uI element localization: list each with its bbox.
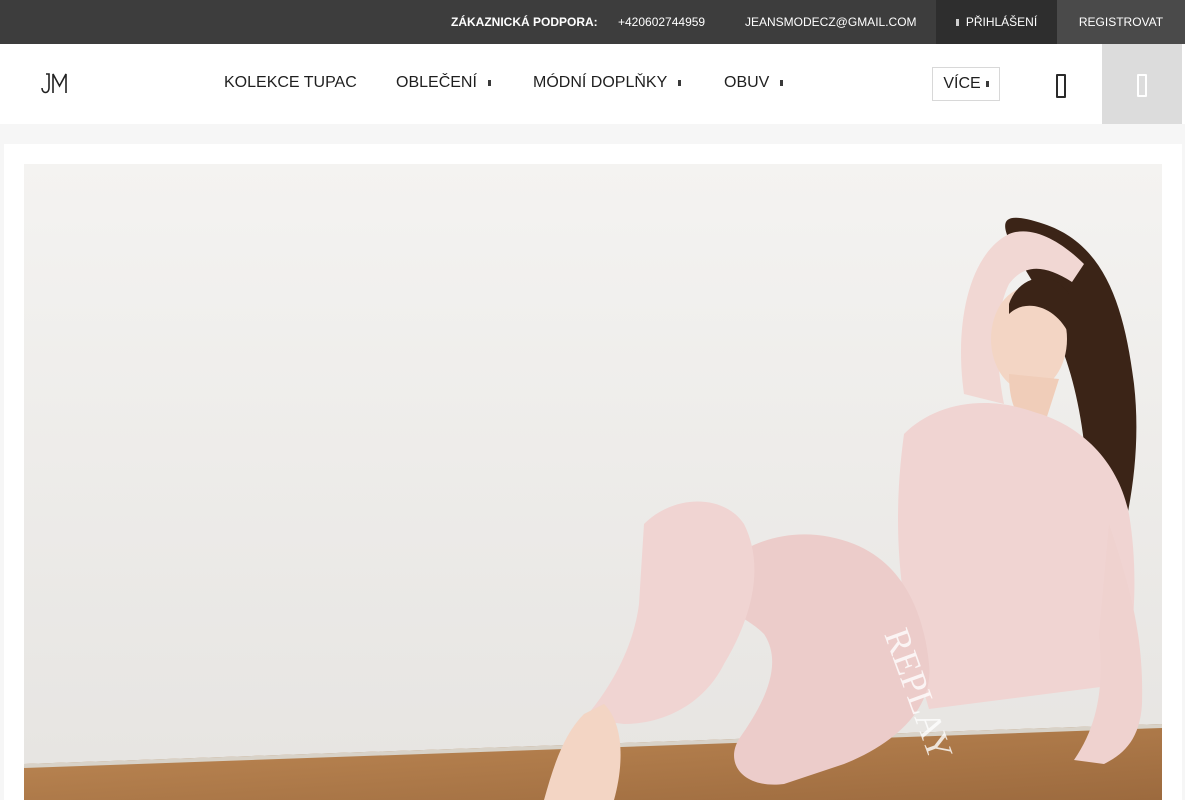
top-utility-bar: ZÁKAZNICKÁ PODPORA: +420602744959 JEANSM…: [0, 0, 1185, 44]
cart-icon: [1137, 74, 1147, 97]
main-header: KOLEKCE TUPAC OBLEČENÍ MÓDNÍ DOPLŇKY OBU…: [0, 44, 1185, 124]
content-card: REPLAY: [4, 144, 1182, 800]
support-phone-link[interactable]: +420602744959: [618, 0, 705, 44]
menu-item-modni-doplnky[interactable]: MÓDNÍ DOPLŇKY: [533, 72, 682, 94]
login-button[interactable]: PŘIHLÁŠENÍ: [936, 0, 1057, 44]
cart-button[interactable]: [1102, 44, 1182, 124]
hero-banner[interactable]: REPLAY: [24, 164, 1162, 800]
menu-item-obuv[interactable]: OBUV: [724, 72, 784, 94]
menu-item-label: OBLEČENÍ: [396, 74, 477, 91]
hero-image: REPLAY: [24, 164, 1162, 800]
login-icon: [955, 19, 959, 27]
menu-item-label: MÓDNÍ DOPLŇKY: [533, 74, 668, 91]
chevron-down-icon: [487, 79, 491, 86]
chevron-down-icon: [678, 79, 682, 86]
more-menu-label: VÍCE: [943, 75, 981, 92]
logo-mark-icon: [41, 73, 67, 94]
page-edge: [1185, 0, 1200, 800]
support-label: ZÁKAZNICKÁ PODPORA:: [451, 15, 598, 29]
menu-item-kolekce-tupac[interactable]: KOLEKCE TUPAC: [224, 72, 357, 94]
menu-item-obleceni[interactable]: OBLEČENÍ: [396, 72, 491, 94]
site-logo[interactable]: [40, 70, 70, 96]
user-icon[interactable]: [1056, 74, 1066, 98]
more-menu-button[interactable]: VÍCE: [932, 67, 1000, 101]
support-email-link[interactable]: JEANSMODECZ@GMAIL.COM: [745, 0, 917, 44]
login-label: PŘIHLÁŠENÍ: [965, 15, 1038, 29]
chevron-down-icon: [780, 79, 784, 86]
register-button[interactable]: REGISTROVAT: [1057, 0, 1185, 44]
chevron-down-icon: [985, 80, 989, 87]
menu-item-label: KOLEKCE TUPAC: [224, 74, 357, 91]
menu-item-label: OBUV: [724, 74, 770, 91]
